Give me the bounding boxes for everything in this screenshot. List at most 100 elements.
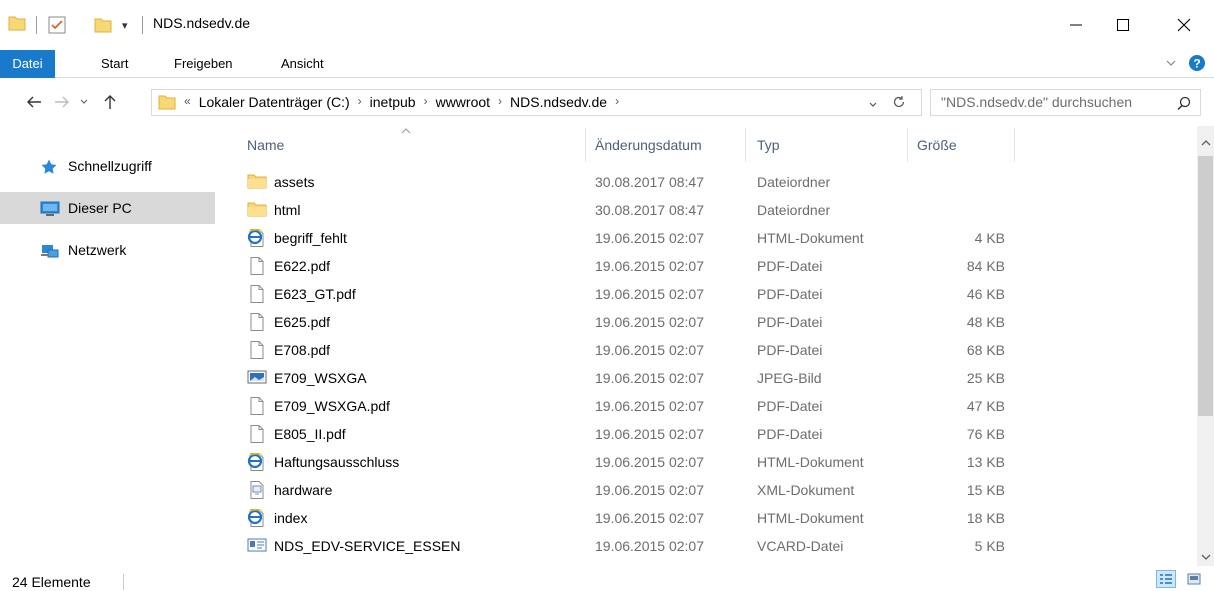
file-icon bbox=[247, 340, 267, 360]
refresh-icon[interactable] bbox=[892, 95, 906, 112]
maximize-button[interactable] bbox=[1100, 0, 1146, 50]
column-header-name[interactable]: Name bbox=[247, 137, 284, 153]
file-icon bbox=[247, 424, 267, 444]
new-folder-icon[interactable] bbox=[94, 14, 112, 36]
help-icon[interactable]: ? bbox=[1188, 54, 1206, 75]
file-date: 19.06.2015 02:07 bbox=[595, 538, 704, 554]
star-icon bbox=[40, 158, 58, 179]
sidebar-item-dieser-pc[interactable]: Dieser PC bbox=[0, 192, 215, 224]
search-input[interactable]: "NDS.ndsedv.de" durchsuchen bbox=[930, 89, 1201, 116]
tab-datei[interactable]: Datei bbox=[0, 50, 55, 78]
file-type: PDF-Datei bbox=[757, 426, 823, 442]
file-date: 30.08.2017 08:47 bbox=[595, 174, 704, 190]
file-type: HTML-Dokument bbox=[757, 454, 864, 470]
column-divider[interactable] bbox=[745, 128, 746, 162]
sort-ascending-icon bbox=[401, 126, 411, 138]
sidebar-item-label: Schnellzugriff bbox=[68, 158, 152, 174]
tab-start[interactable]: Start bbox=[91, 50, 138, 78]
item-count: 24 Elemente bbox=[12, 574, 91, 590]
scroll-up-button[interactable] bbox=[1197, 134, 1214, 151]
file-row[interactable]: html 30.08.2017 08:47 Dateiordner bbox=[227, 196, 1197, 224]
file-row[interactable]: index 19.06.2015 02:07 HTML-Dokument 18 KB bbox=[227, 504, 1197, 532]
tab-ansicht[interactable]: Ansicht bbox=[271, 50, 334, 78]
sidebar-item-schnellzugriff[interactable]: Schnellzugriff bbox=[0, 150, 215, 182]
network-icon bbox=[40, 242, 60, 263]
file-row[interactable]: E709_WSXGA.pdf 19.06.2015 02:07 PDF-Datei 4… bbox=[227, 392, 1197, 420]
breadcrumb-item[interactable]: wwwroot bbox=[432, 94, 494, 110]
tab-freigeben[interactable]: Freigeben bbox=[164, 50, 243, 78]
file-date: 19.06.2015 02:07 bbox=[595, 286, 704, 302]
file-date: 19.06.2015 02:07 bbox=[595, 342, 704, 358]
file-row[interactable]: E623_GT.pdf 19.06.2015 02:07 PDF-Datei 46 K… bbox=[227, 280, 1197, 308]
address-bar[interactable]: « Lokaler Datenträger (C:) › inetpub › w… bbox=[151, 89, 922, 116]
column-header-date[interactable]: Änderungsdatum bbox=[595, 137, 702, 153]
file-row[interactable]: E625.pdf 19.06.2015 02:07 PDF-Datei 48 KB bbox=[227, 308, 1197, 336]
folder-icon bbox=[8, 15, 26, 34]
file-list: Name Änderungsdatum Typ Größe assets 30.0… bbox=[227, 126, 1197, 566]
column-divider[interactable] bbox=[585, 128, 586, 162]
ribbon: Datei Start Freigeben Ansicht ? bbox=[0, 50, 1214, 78]
minimize-button[interactable] bbox=[1053, 0, 1099, 50]
file-row[interactable]: E709_WSXGA 19.06.2015 02:07 JPEG-Bild 25 KB bbox=[227, 364, 1197, 392]
file-name: index bbox=[274, 510, 308, 526]
breadcrumb-overflow[interactable]: « bbox=[180, 94, 195, 110]
file-row[interactable]: Haftungsausschluss 19.06.2015 02:07 HTML-D… bbox=[227, 448, 1197, 476]
breadcrumb-item[interactable]: inetpub bbox=[366, 94, 420, 110]
title-bar: ▾ NDS.ndsedv.de bbox=[0, 0, 1214, 50]
forward-button[interactable] bbox=[50, 88, 74, 116]
file-row[interactable]: assets 30.08.2017 08:47 Dateiordner bbox=[227, 168, 1197, 196]
file-size: 4 KB bbox=[974, 230, 1005, 246]
file-row[interactable]: begriff_fehlt 19.06.2015 02:07 HTML-Dokume… bbox=[227, 224, 1197, 252]
file-row[interactable]: E805_II.pdf 19.06.2015 02:07 PDF-Datei 76 K… bbox=[227, 420, 1197, 448]
file-row[interactable]: NDS_EDV-SERVICE_ESSEN 19.06.2015 02:07 VCA… bbox=[227, 532, 1197, 560]
xml-icon bbox=[247, 480, 267, 500]
chevron-right-icon[interactable]: › bbox=[494, 94, 506, 110]
file-row[interactable]: E708.pdf 19.06.2015 02:07 PDF-Datei 68 KB bbox=[227, 336, 1197, 364]
file-type: PDF-Datei bbox=[757, 258, 823, 274]
column-divider[interactable] bbox=[1014, 128, 1015, 162]
file-type: PDF-Datei bbox=[757, 286, 823, 302]
close-button[interactable] bbox=[1161, 0, 1207, 50]
vcard-icon bbox=[247, 536, 267, 556]
file-type: HTML-Dokument bbox=[757, 230, 864, 246]
scroll-down-button[interactable] bbox=[1197, 548, 1214, 565]
file-row[interactable]: E622.pdf 19.06.2015 02:07 PDF-Datei 84 KB bbox=[227, 252, 1197, 280]
separator bbox=[142, 16, 143, 34]
details-view-button[interactable] bbox=[1156, 570, 1176, 588]
file-name: E709_WSXGA.pdf bbox=[274, 398, 390, 414]
chevron-right-icon[interactable]: › bbox=[611, 94, 623, 110]
folder-icon bbox=[158, 94, 176, 113]
sidebar-item-netzwerk[interactable]: Netzwerk bbox=[0, 234, 215, 266]
file-name: html bbox=[274, 202, 301, 218]
search-icon[interactable] bbox=[1177, 96, 1191, 113]
breadcrumb-item[interactable]: NDS.ndsedv.de bbox=[506, 94, 611, 110]
search-placeholder: "NDS.ndsedv.de" durchsuchen bbox=[941, 94, 1133, 110]
file-size: 13 KB bbox=[966, 454, 1005, 470]
navigation-bar: « Lokaler Datenträger (C:) › inetpub › w… bbox=[0, 78, 1214, 126]
up-button[interactable] bbox=[98, 88, 122, 116]
history-dropdown-icon[interactable] bbox=[868, 97, 878, 113]
column-divider[interactable] bbox=[907, 128, 908, 162]
file-size: 68 KB bbox=[966, 342, 1005, 358]
vertical-scrollbar[interactable] bbox=[1197, 126, 1214, 566]
chevron-right-icon[interactable]: › bbox=[420, 94, 432, 110]
customize-toolbar-icon[interactable]: ▾ bbox=[122, 14, 128, 36]
file-date: 19.06.2015 02:07 bbox=[595, 482, 704, 498]
recent-locations-button[interactable] bbox=[76, 88, 92, 116]
large-icons-view-button[interactable] bbox=[1184, 570, 1204, 588]
chevron-right-icon[interactable]: › bbox=[354, 94, 366, 110]
chevron-down-icon[interactable] bbox=[1165, 56, 1177, 72]
file-name: E622.pdf bbox=[274, 258, 331, 274]
file-size: 76 KB bbox=[966, 426, 1005, 442]
properties-icon[interactable] bbox=[48, 14, 66, 36]
column-header-size[interactable]: Größe bbox=[917, 137, 957, 153]
breadcrumb-item[interactable]: Lokaler Datenträger (C:) bbox=[195, 94, 354, 110]
file-name: begriff_fehlt bbox=[274, 230, 347, 246]
file-date: 19.06.2015 02:07 bbox=[595, 454, 704, 470]
file-size: 18 KB bbox=[966, 510, 1005, 526]
svg-text:?: ? bbox=[1193, 57, 1200, 71]
column-header-type[interactable]: Typ bbox=[757, 137, 780, 153]
file-row[interactable]: hardware 19.06.2015 02:07 XML-Dokument 15 K… bbox=[227, 476, 1197, 504]
scrollbar-thumb[interactable] bbox=[1198, 156, 1213, 416]
back-button[interactable] bbox=[22, 88, 46, 116]
